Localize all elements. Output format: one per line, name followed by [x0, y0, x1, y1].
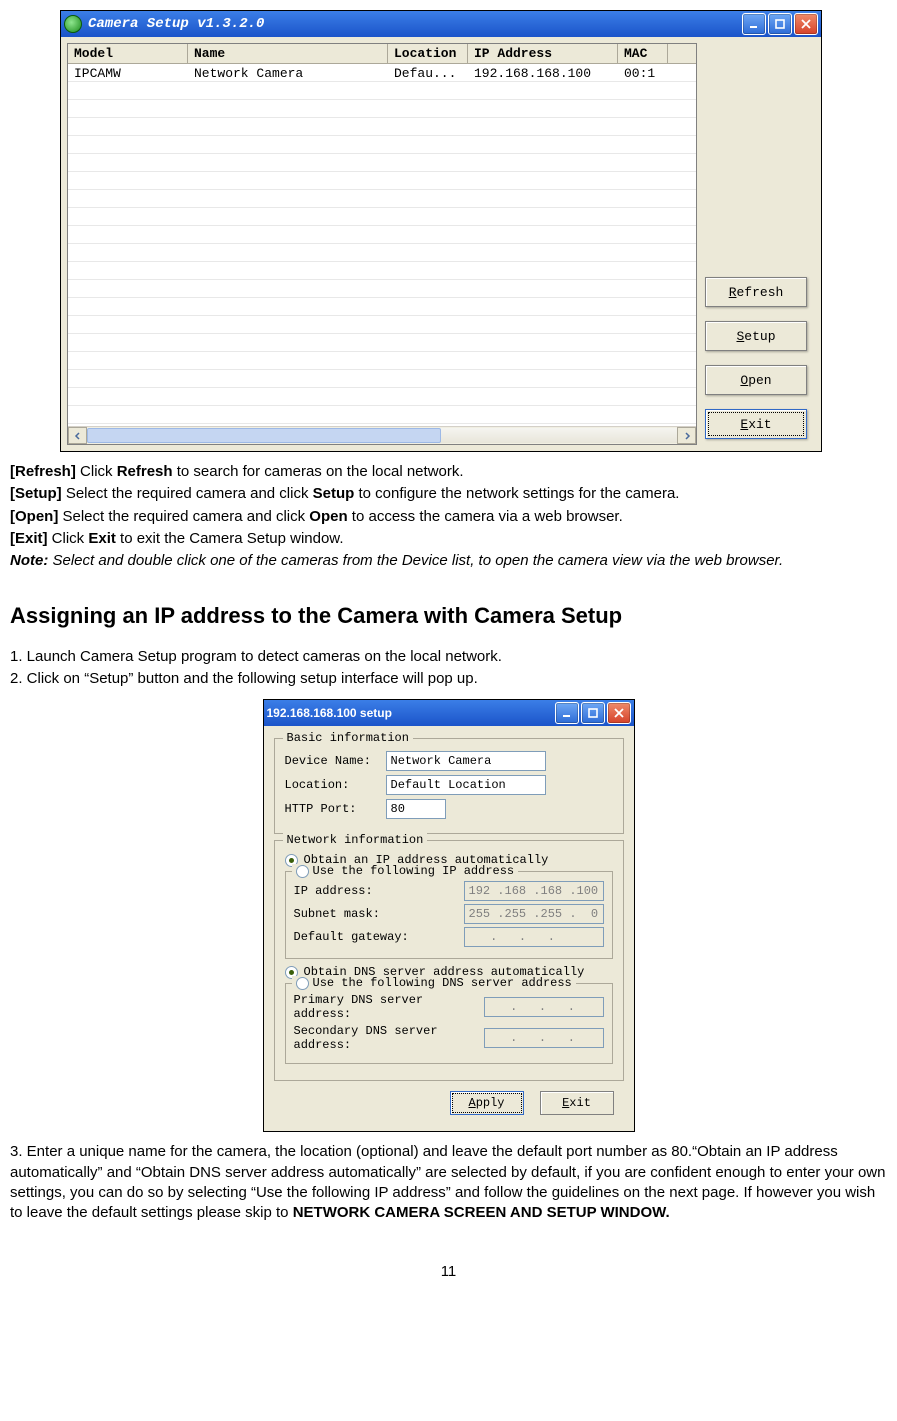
subnet-mask-label: Subnet mask:	[294, 907, 464, 921]
device-name-input[interactable]	[386, 751, 546, 771]
cell-name: Network Camera	[188, 64, 388, 81]
cell-ip: 192.168.168.100	[468, 64, 618, 81]
minimize-button[interactable]	[555, 702, 579, 724]
device-table[interactable]: Model Name Location IP Address MAC IPCAM…	[67, 43, 697, 445]
scroll-right-button[interactable]	[677, 427, 696, 444]
cell-mac: 00:1	[618, 64, 668, 81]
maximize-button[interactable]	[581, 702, 605, 724]
use-ip-label: Use the following IP address	[313, 864, 515, 878]
table-row[interactable]: IPCAMW Network Camera Defau... 192.168.1…	[68, 64, 696, 82]
step-1: 1. Launch Camera Setup program to detect…	[10, 647, 887, 667]
setup-label: [Setup]	[10, 485, 62, 502]
use-ip-group: Use the following IP address IP address:…	[285, 871, 613, 959]
use-ip-radio[interactable]	[296, 865, 309, 878]
gateway-input	[464, 927, 604, 947]
cell-location: Defau...	[388, 64, 468, 81]
table-header: Model Name Location IP Address MAC	[68, 44, 696, 64]
scroll-thumb[interactable]	[87, 428, 441, 443]
close-button[interactable]	[607, 702, 631, 724]
basic-legend: Basic information	[283, 731, 413, 745]
horizontal-scrollbar[interactable]	[68, 426, 696, 444]
maximize-button[interactable]	[768, 13, 792, 35]
section-heading: Assigning an IP address to the Camera wi…	[10, 601, 887, 631]
col-mac[interactable]: MAC	[618, 44, 668, 63]
exit-label: [Exit]	[10, 530, 48, 547]
col-name[interactable]: Name	[188, 44, 388, 63]
refresh-label: [Refresh]	[10, 463, 76, 480]
device-name-label: Device Name:	[285, 754, 380, 768]
col-model[interactable]: Model	[68, 44, 188, 63]
setup-button[interactable]: Setup	[705, 321, 807, 351]
ip-address-input	[464, 881, 604, 901]
window-title: Camera Setup v1.3.2.0	[88, 16, 742, 32]
http-port-label: HTTP Port:	[285, 802, 380, 816]
http-port-input[interactable]	[386, 799, 446, 819]
instructions-block: [Refresh] Click Refresh to search for ca…	[10, 462, 887, 689]
gateway-label: Default gateway:	[294, 930, 464, 944]
exit-button[interactable]: Exit	[540, 1091, 614, 1115]
primary-dns-label: Primary DNS server address:	[294, 993, 484, 1021]
scroll-left-button[interactable]	[68, 427, 87, 444]
open-button[interactable]: Open	[705, 365, 807, 395]
col-ip[interactable]: IP Address	[468, 44, 618, 63]
ip-address-label: IP address:	[294, 884, 464, 898]
page-number: 11	[10, 1263, 887, 1280]
step3-block: 3. Enter a unique name for the camera, t…	[10, 1142, 887, 1223]
note-label: Note:	[10, 552, 48, 569]
location-label: Location:	[285, 778, 380, 792]
minimize-button[interactable]	[742, 13, 766, 35]
primary-dns-input	[484, 997, 604, 1017]
subnet-mask-input	[464, 904, 604, 924]
camera-setup-window: Camera Setup v1.3.2.0 Model Name Locatio…	[60, 10, 822, 452]
refresh-button[interactable]: Refresh	[705, 277, 807, 307]
use-dns-label: Use the following DNS server address	[313, 976, 572, 990]
secondary-dns-input	[484, 1028, 604, 1048]
use-dns-group: Use the following DNS server address Pri…	[285, 983, 613, 1064]
titlebar[interactable]: Camera Setup v1.3.2.0	[61, 11, 821, 37]
secondary-dns-label: Secondary DNS server address:	[294, 1024, 484, 1052]
step-2: 2. Click on “Setup” button and the follo…	[10, 669, 887, 689]
network-info-group: Network information Obtain an IP address…	[274, 840, 624, 1081]
app-icon	[64, 15, 82, 33]
titlebar[interactable]: 192.168.168.100 setup	[264, 700, 634, 726]
apply-button[interactable]: Apply	[450, 1091, 524, 1115]
location-input[interactable]	[386, 775, 546, 795]
ip-setup-window: 192.168.168.100 setup Basic information …	[263, 699, 635, 1132]
open-label: [Open]	[10, 508, 58, 525]
network-legend: Network information	[283, 833, 428, 847]
window-title: 192.168.168.100 setup	[267, 706, 555, 720]
use-dns-radio[interactable]	[296, 977, 309, 990]
close-button[interactable]	[794, 13, 818, 35]
basic-info-group: Basic information Device Name: Location:…	[274, 738, 624, 834]
cell-model: IPCAMW	[68, 64, 188, 81]
col-location[interactable]: Location	[388, 44, 468, 63]
exit-button[interactable]: Exit	[705, 409, 807, 439]
